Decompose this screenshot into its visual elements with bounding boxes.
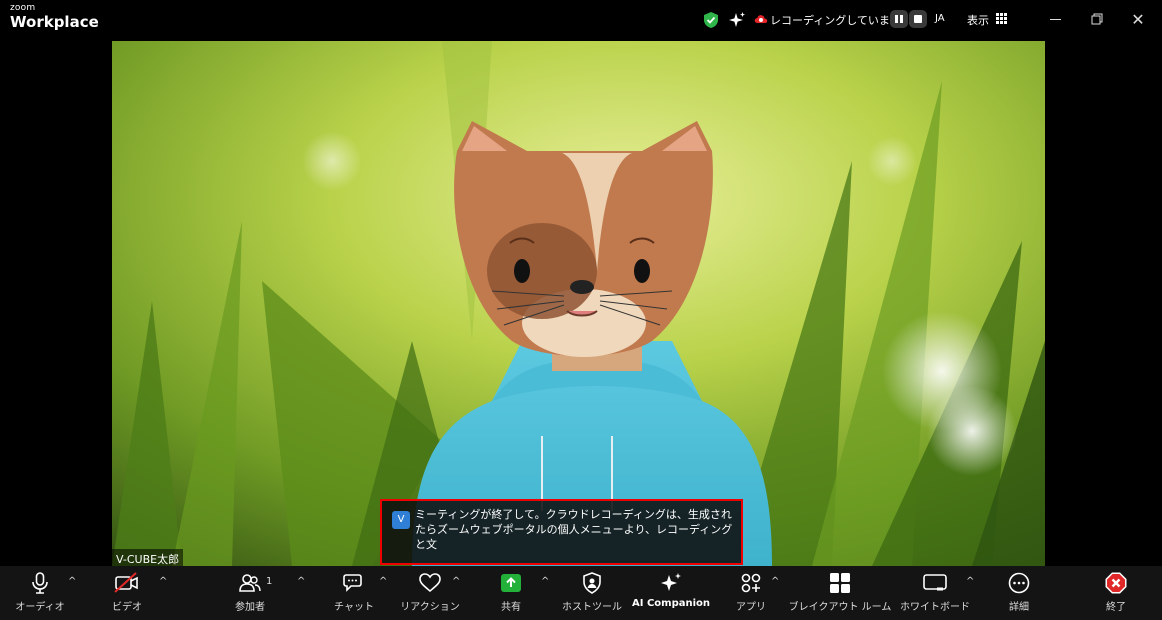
chat-icon	[343, 574, 362, 592]
breakout-rooms-label: ブレイクアウト ルーム	[788, 602, 892, 613]
reactions-label: リアクション	[400, 602, 460, 613]
stop-recording-button[interactable]	[909, 10, 927, 28]
host-tools-shield-icon	[583, 572, 601, 594]
share-label: 共有	[501, 602, 521, 613]
audio-button[interactable]: オーディオ	[15, 570, 65, 618]
heart-icon	[419, 573, 441, 593]
host-tools-label: ホストツール	[562, 602, 622, 613]
video-options-caret[interactable]: ^	[159, 576, 167, 587]
whiteboard-button[interactable]: ホワイトボード	[900, 570, 970, 618]
ai-companion-button[interactable]: AI Companion	[632, 570, 710, 618]
video-background	[112, 41, 1045, 566]
brand-name: Workplace	[10, 13, 99, 31]
more-icon	[1008, 572, 1030, 594]
participants-count: 1	[266, 576, 273, 587]
ai-companion-icon	[661, 573, 681, 591]
cloud-recording-icon	[754, 15, 768, 23]
reactions-button[interactable]: リアクション	[400, 570, 460, 618]
breakout-rooms-icon	[830, 573, 850, 593]
end-meeting-icon	[1105, 572, 1127, 594]
more-label: 詳細	[1009, 602, 1029, 613]
ai-companion-label: AI Companion	[632, 598, 711, 609]
brand-small: zoom	[10, 3, 36, 13]
close-window-button[interactable]: ✕	[1126, 8, 1150, 30]
whiteboard-icon	[923, 574, 947, 591]
apps-button[interactable]: アプリ	[733, 570, 769, 618]
grid-view-icon[interactable]	[996, 13, 1007, 24]
minimize-icon	[1049, 18, 1061, 20]
meeting-toolbar: オーディオ ^ ビデオ ^ 参加者 1 ^ チャット ^ リアクション ^ 共有…	[0, 566, 1162, 620]
ai-sparkle-icon[interactable]	[728, 11, 746, 29]
chat-label: チャット	[334, 602, 374, 613]
pause-recording-button[interactable]	[890, 10, 908, 28]
pause-icon	[895, 15, 903, 23]
video-button[interactable]: ビデオ	[104, 570, 150, 618]
audio-label: オーディオ	[15, 602, 65, 613]
participants-options-caret[interactable]: ^	[297, 576, 305, 587]
video-stage: V-CUBE太郎 V ミーティングが終了して。クラウドレコーディングは、生成され…	[0, 41, 1162, 569]
caption-box: V ミーティングが終了して。クラウドレコーディングは、生成されたらズームウェブポ…	[380, 499, 743, 565]
participant-video[interactable]	[112, 41, 1045, 566]
participants-icon	[239, 574, 261, 592]
whiteboard-label: ホワイトボード	[900, 602, 970, 613]
participants-label: 参加者	[235, 602, 265, 613]
share-screen-icon	[501, 574, 521, 592]
chat-button[interactable]: チャット	[334, 570, 374, 618]
video-off-icon	[114, 572, 138, 593]
apps-options-caret[interactable]: ^	[771, 576, 779, 587]
participants-button[interactable]: 参加者	[230, 570, 270, 618]
share-options-caret[interactable]: ^	[541, 576, 549, 587]
title-bar: zoom Workplace レコーディングしています... JA 表示 ✕	[0, 0, 1162, 41]
whiteboard-options-caret[interactable]: ^	[966, 576, 974, 587]
app-logo: zoom Workplace	[10, 4, 99, 30]
more-button[interactable]: 詳細	[1004, 570, 1034, 618]
caption-language[interactable]: JA	[935, 13, 945, 24]
reactions-options-caret[interactable]: ^	[452, 576, 460, 587]
end-label: 終了	[1106, 602, 1126, 613]
chat-options-caret[interactable]: ^	[379, 576, 387, 587]
breakout-rooms-button[interactable]: ブレイクアウト ルーム	[789, 570, 891, 618]
end-meeting-button[interactable]: 終了	[1101, 570, 1131, 618]
restore-button[interactable]	[1085, 8, 1109, 30]
encryption-shield-icon[interactable]	[703, 11, 719, 29]
stop-icon	[914, 15, 922, 23]
host-tools-button[interactable]: ホストツール	[562, 570, 622, 618]
video-label: ビデオ	[112, 602, 142, 613]
speaker-avatar: V	[392, 511, 410, 529]
apps-label: アプリ	[736, 602, 766, 613]
apps-icon	[741, 573, 761, 593]
close-icon: ✕	[1131, 9, 1145, 29]
share-button[interactable]: 共有	[495, 570, 527, 618]
microphone-icon	[32, 572, 48, 594]
view-menu-label[interactable]: 表示	[967, 12, 989, 28]
audio-options-caret[interactable]: ^	[68, 576, 76, 587]
restore-icon	[1091, 13, 1103, 25]
caption-text: ミーティングが終了して。クラウドレコーディングは、生成されたらズームウェブポータ…	[415, 508, 733, 551]
minimize-button[interactable]	[1043, 8, 1067, 30]
